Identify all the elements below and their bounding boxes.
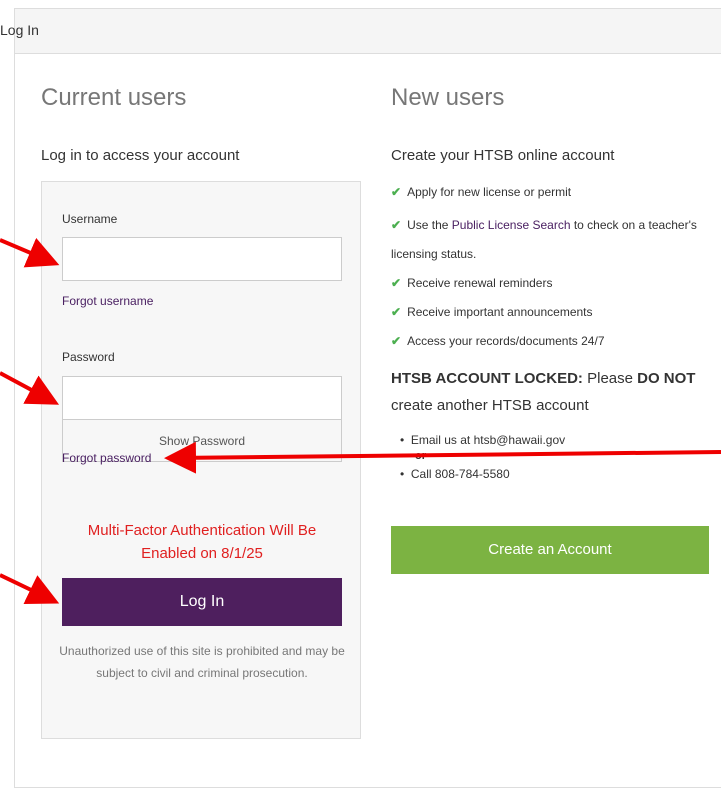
username-label: Username [62, 212, 118, 226]
panel-header [15, 9, 721, 54]
panel-title: Log In [0, 22, 39, 38]
new-users-heading: New users [391, 84, 505, 111]
forgot-username-link[interactable]: Forgot username [62, 294, 153, 308]
password-input[interactable] [62, 376, 342, 420]
mfa-notice: Multi-Factor Authentication Will Be Enab… [87, 522, 317, 562]
check-icon: ✔ [391, 185, 402, 199]
benefit-item: ✔ Use the Public License Search to check … [391, 218, 697, 232]
benefit-item: ✔ Receive renewal reminders [391, 276, 552, 290]
benefit-text-prefix: Use the [407, 218, 452, 232]
locked-do-not: DO NOT [637, 370, 696, 387]
benefit-text: Access your records/documents 24/7 [407, 334, 605, 348]
password-label: Password [62, 350, 115, 364]
current-users-subheading: Log in to access your account [41, 147, 240, 164]
username-input[interactable] [62, 237, 342, 281]
check-icon: ✔ [391, 276, 402, 290]
benefit-item: ✔ Apply for new license or permit [391, 185, 571, 199]
benefit-item: ✔ Access your records/documents 24/7 [391, 334, 605, 348]
contact-phone: • Call 808-784-5580 [400, 467, 510, 481]
current-users-heading: Current users [41, 84, 187, 111]
check-icon: ✔ [391, 334, 402, 348]
benefit-text: Apply for new license or permit [407, 185, 572, 199]
contact-or: or [415, 450, 426, 462]
locked-label: HTSB ACCOUNT LOCKED: [391, 370, 583, 387]
benefit-continuation: licensing status. [391, 247, 477, 261]
new-users-subheading: Create your HTSB online account [391, 147, 615, 164]
public-license-search-link[interactable]: Public License Search [452, 218, 571, 232]
contact-phone-text: Call 808-784-5580 [410, 467, 510, 481]
benefit-text: Receive important announcements [407, 305, 593, 319]
benefit-text-suffix: to check on a teacher's [570, 218, 697, 232]
account-locked-subtext: create another HTSB account [391, 397, 589, 414]
account-locked-heading: HTSB ACCOUNT LOCKED: Please DO NOT [391, 370, 695, 387]
login-button[interactable]: Log In [62, 578, 342, 626]
benefit-text: Receive renewal reminders [407, 276, 553, 290]
disclaimer-text: Unauthorized use of this site is prohibi… [59, 644, 345, 680]
check-icon: ✔ [391, 305, 402, 319]
contact-email-text: Email us at htsb@hawaii.gov [410, 433, 566, 447]
contact-email: • Email us at htsb@hawaii.gov [400, 433, 566, 447]
forgot-password-link[interactable]: Forgot password [62, 451, 151, 465]
create-account-button[interactable]: Create an Account [391, 526, 709, 574]
locked-please: Please [582, 370, 638, 387]
check-icon: ✔ [391, 218, 402, 232]
benefit-item: ✔ Receive important announcements [391, 305, 593, 319]
